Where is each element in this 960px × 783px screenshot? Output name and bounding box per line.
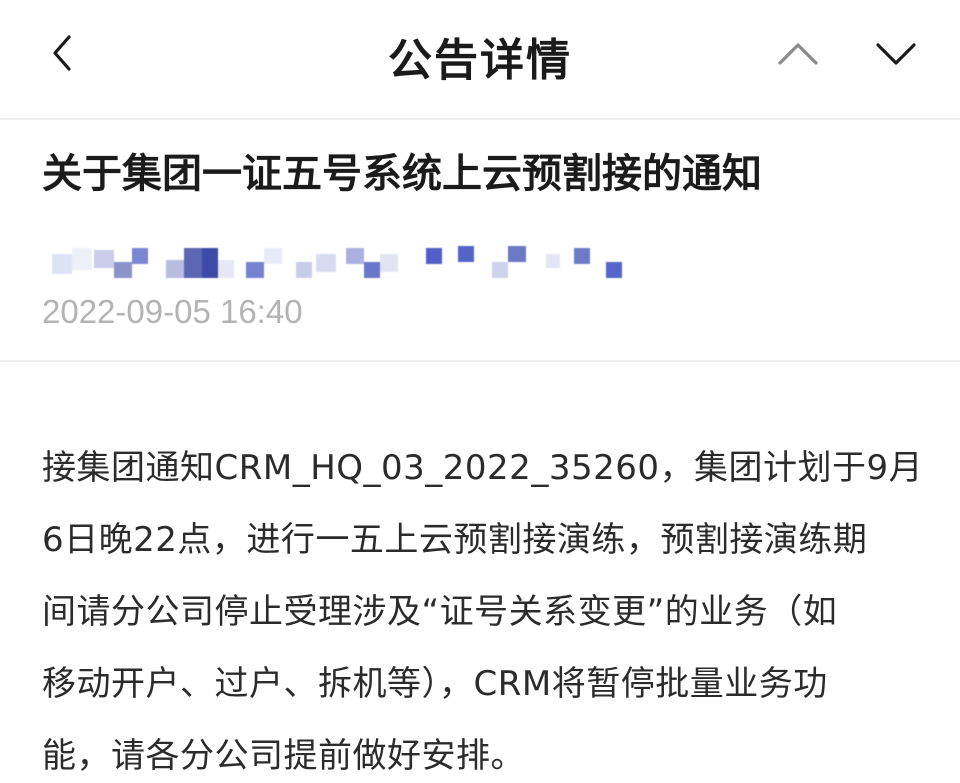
body-text-line: 间请分公司停止受理涉及“证号关系变更”的业务（如	[42, 592, 838, 632]
header-divider	[0, 118, 960, 120]
chevron-down-icon	[876, 43, 916, 65]
announcement-title: 关于集团一证五号系统上云预割接的通知	[42, 151, 762, 197]
next-announcement-button[interactable]	[868, 26, 924, 82]
chevron-left-icon	[53, 35, 71, 71]
chevron-up-icon	[778, 43, 818, 65]
publish-timestamp: 2022-09-05 16:40	[42, 293, 303, 330]
content-divider	[0, 360, 960, 362]
previous-announcement-button[interactable]	[770, 26, 826, 82]
back-button[interactable]	[36, 26, 90, 80]
redacted-author-info	[46, 240, 646, 282]
announcement-detail-page: 公告详情 关于集团一证五号系统上云预割接的通知 2022-09-05 16:40…	[0, 0, 960, 783]
body-text-line: 6日晚22点，进行一五上云预割接演练，预割接演练期	[42, 520, 868, 560]
top-nav-bar: 公告详情	[0, 0, 960, 118]
body-text-line: 接集团通知CRM_HQ_03_2022_35260，集团计划于9月	[42, 448, 924, 488]
announcement-body: 接集团通知CRM_HQ_03_2022_35260，集团计划于9月 6日晚22点…	[42, 432, 924, 783]
body-text-line: 移动开户、过户、拆机等），CRM将暂停批量业务功	[42, 664, 828, 704]
body-text-line: 能，请各分公司提前做好安排。	[42, 736, 525, 776]
